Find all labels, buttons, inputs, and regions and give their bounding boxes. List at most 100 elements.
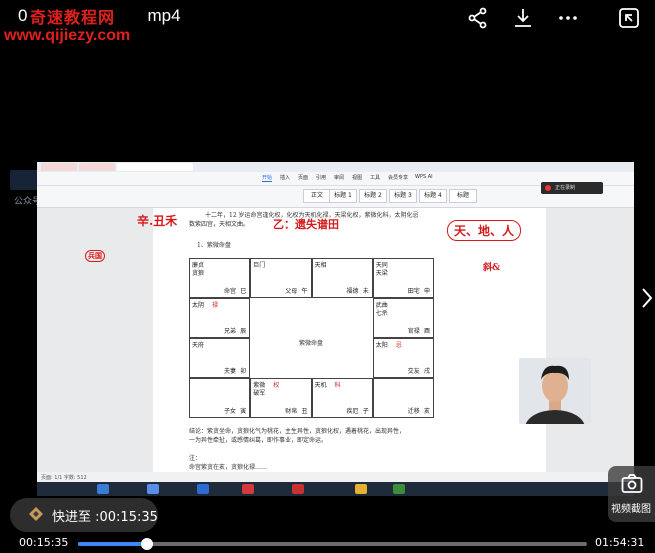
chart-palace-cell: 太阴禄兄弟辰 — [189, 298, 251, 338]
presenter-image — [519, 358, 591, 424]
palace-star: 太阴 — [192, 302, 205, 309]
palace-branch: 卯 — [240, 368, 247, 375]
exit-window-icon[interactable] — [617, 6, 641, 30]
wps-style-preset[interactable]: 标题 2 — [359, 189, 387, 203]
seek-toast-label: 快进至 :00:15:35 — [52, 510, 158, 525]
hua-mark: 禄 — [212, 302, 219, 309]
doc-footer-4: 命宫紫贪在亥，贪狼化禄…… — [189, 464, 268, 471]
palace-name: 福德 — [346, 288, 359, 295]
wps-tabbar — [37, 162, 634, 172]
palace-name: 命宫 — [224, 288, 237, 295]
taskbar-app — [393, 484, 405, 494]
taskbar-app — [242, 484, 254, 494]
palace-star-secondary: 破军 — [253, 390, 266, 397]
status-text: 页面: 1/1 字数: 512 — [41, 475, 87, 481]
doc-footer-2: 一为异性牵扯，或感情纠葛，即作事业，即定命运。 — [189, 437, 328, 444]
wps-style-preset[interactable]: 标题 — [449, 189, 477, 203]
palace-name: 子女 — [224, 408, 237, 415]
taskbar-app — [355, 484, 367, 494]
wps-menu-item[interactable]: 插入 — [280, 174, 290, 181]
palace-star-secondary: 天梁 — [375, 270, 388, 277]
record-dot-icon — [545, 185, 551, 191]
palace-branch: 寅 — [240, 408, 247, 415]
recording-label: 正在录制 — [555, 185, 576, 191]
palace-name: 田宅 — [407, 288, 420, 295]
taskbar-app — [197, 484, 209, 494]
palace-star-secondary: 贪狼 — [192, 270, 205, 277]
wps-menu-item[interactable]: WPS AI — [415, 174, 433, 180]
doc-footer-1: 结论：紫贪坐命，贪狼化气为桃花，主生异性，贪狼化权，遇着桃花，出现异性， — [189, 428, 406, 435]
palace-name: 夫妻 — [224, 368, 237, 375]
progress-knob[interactable] — [141, 538, 154, 550]
wps-menu-item[interactable]: 视图 — [352, 174, 362, 181]
total-time: 01:54:31 — [595, 536, 645, 549]
palace-name: 兄弟 — [224, 328, 237, 335]
annotation-left-circle: 兵国 — [85, 250, 105, 262]
palace-branch: 丑 — [301, 408, 308, 415]
palace-name: 官禄 — [407, 328, 420, 335]
video-screenshot-label: 视频截图 — [611, 504, 651, 515]
palace-branch: 戌 — [423, 368, 430, 375]
wps-style-preset[interactable]: 正文 — [303, 189, 331, 203]
wps-menu-item[interactable]: 开始 — [262, 174, 273, 182]
wps-style-preset[interactable]: 标题 4 — [419, 189, 447, 203]
palace-name: 父母 — [285, 288, 298, 295]
download-icon[interactable] — [511, 6, 535, 30]
taskbar-app — [97, 484, 109, 494]
palace-star: 太阳 — [375, 342, 388, 349]
wps-menu-item[interactable]: 会员专享 — [388, 174, 408, 181]
annotation-right-top: 天、地、人 — [447, 220, 522, 241]
chart-palace-cell: 天相 福德未 — [311, 258, 373, 298]
palace-star: 天机 — [314, 382, 327, 389]
palace-branch: 巳 — [240, 288, 247, 295]
taskbar-app — [147, 484, 159, 494]
progress-played — [78, 542, 148, 546]
seek-toast: 快进至 :00:15:35 — [10, 498, 158, 532]
share-icon[interactable] — [466, 6, 490, 30]
palace-branch: 午 — [301, 288, 308, 295]
palace-name: 疾厄 — [346, 408, 359, 415]
doc-footer-3: 注： — [189, 455, 202, 462]
palace-branch: 未 — [362, 288, 369, 295]
doc-heading: 1、紫微命盘 — [197, 242, 231, 249]
palace-name: 迁移 — [407, 408, 420, 415]
doc-intro-2: 数紫四宫，天相文曲。 — [189, 221, 250, 228]
palace-branch: 酉 — [423, 328, 430, 335]
wps-style-preset[interactable]: 标题 1 — [329, 189, 357, 203]
palace-name: 交友 — [407, 368, 420, 375]
palace-star-secondary: 七杀 — [375, 310, 388, 317]
wps-tab — [79, 163, 115, 171]
windows-taskbar — [37, 482, 634, 496]
more-icon[interactable] — [556, 6, 580, 30]
chart-palace-cell: 紫微权破军 财帛丑 — [250, 378, 312, 418]
video-frame[interactable]: 开始 插入 页面 引用 审阅 视图 工具 会员专享 WPS AI 正文 标题 1 标题 2 标题 3标… — [37, 162, 634, 496]
palace-branch: 辰 — [240, 328, 247, 335]
palace-branch: 申 — [423, 288, 430, 295]
wps-statusbar: 页面: 1/1 字数: 512 — [37, 472, 634, 482]
chart-palace-cell: 天机科疾厄子 — [311, 378, 373, 418]
wps-style-preset[interactable]: 标题 3 — [389, 189, 417, 203]
right-margin — [546, 208, 634, 474]
chart-palace-cell: 天府 夫妻卯 — [189, 338, 251, 378]
wps-tab — [41, 163, 77, 171]
annotation-right-small: 斜& — [483, 263, 501, 273]
wps-menu-item[interactable]: 引用 — [316, 174, 326, 181]
wps-menu-item[interactable]: 页面 — [298, 174, 308, 181]
left-margin — [37, 208, 153, 474]
next-chevron-icon[interactable] — [640, 286, 654, 310]
hua-mark: 科 — [334, 382, 341, 389]
camera-icon — [621, 474, 643, 494]
chart-palace-cell: 迁移亥 — [372, 378, 434, 418]
hua-mark: 忌 — [395, 342, 402, 349]
annotation-left-top: 辛.丑禾 — [137, 214, 178, 228]
wps-tab-active — [117, 163, 193, 171]
wps-menu-item[interactable]: 审阅 — [334, 174, 344, 181]
watermark-url: www.qijiezy.com — [4, 27, 131, 44]
recording-indicator: 正在录制 — [541, 182, 603, 194]
palace-branch: 亥 — [423, 408, 430, 415]
video-screenshot-button[interactable]: 视频截图 — [608, 466, 655, 522]
hua-mark: 权 — [273, 382, 280, 389]
chart-palace-cell: 子女寅 — [189, 378, 251, 418]
wps-menu-item[interactable]: 工具 — [370, 174, 380, 181]
progress-track[interactable] — [78, 542, 587, 546]
